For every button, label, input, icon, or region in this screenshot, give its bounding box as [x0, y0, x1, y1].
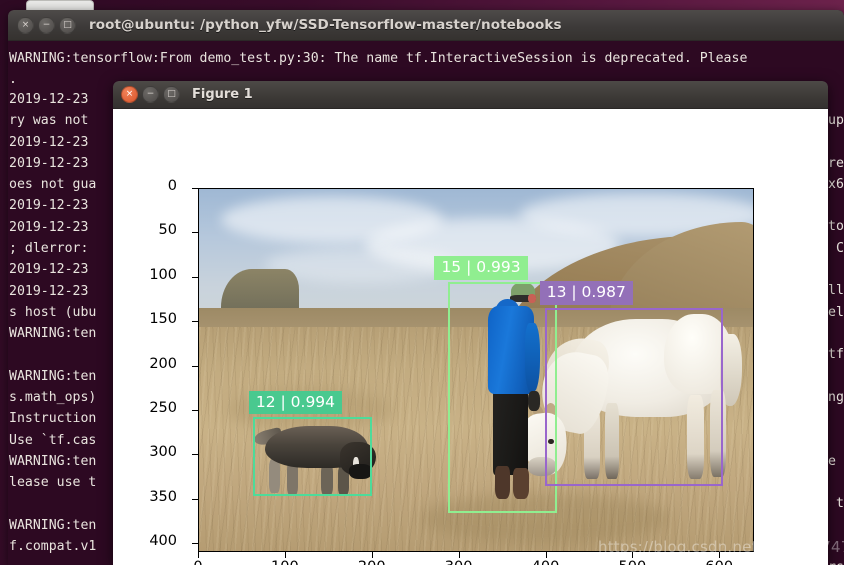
x-tick-label: 600: [694, 559, 744, 565]
figure-close-icon[interactable]: ×: [121, 86, 138, 103]
terminal-maximize-icon[interactable]: □: [59, 16, 76, 34]
terminal-close-icon[interactable]: ×: [17, 16, 34, 34]
detection-box-person: [448, 282, 557, 513]
terminal-output-line: 2019-12-23: [9, 219, 89, 235]
screen: × − □ root@ubuntu: /python_yfw/SSD-Tenso…: [0, 0, 844, 565]
terminal-output-line: to: [828, 219, 844, 235]
terminal-output-line: WARNING:ten: [9, 454, 97, 470]
terminal-title: root@ubuntu: /python_yfw/SSD-Tensorflow-…: [89, 17, 562, 33]
terminal-output-line: 2019-12-23: [9, 283, 89, 299]
terminal-output-line: ng: [828, 389, 844, 405]
terminal-output-line: x6: [828, 176, 844, 192]
x-tick-mark: [458, 552, 460, 558]
detection-label-horse: 13 | 0.987: [539, 281, 633, 305]
y-tick-label: 50: [158, 222, 177, 239]
detection-label-dog: 12 | 0.994: [248, 390, 343, 415]
terminal-output-line: e: [828, 453, 836, 469]
figure-window-controls: × − □: [121, 86, 180, 103]
plot-axes: 15 | 0.993 13 | 0.987 12 | 0.994: [198, 188, 754, 552]
x-tick-mark: [545, 552, 547, 558]
terminal-output-line: 2019-12-23: [9, 92, 89, 107]
x-tick-mark: [198, 552, 199, 558]
terminal-right-column: up rex6 to C llel tf ng e t rsre4: [828, 110, 844, 565]
y-tick-label: 300: [149, 444, 177, 461]
x-tick-label: 100: [260, 559, 310, 565]
y-tick-label: 0: [167, 178, 177, 194]
terminal-output-line: s host (ubu: [9, 304, 97, 320]
terminal-output-line: tf: [828, 347, 844, 363]
terminal-output-line: WARNING:ten: [9, 326, 97, 342]
figure-window[interactable]: × − □ Figure 1 0 50 100 150 200 250 300 350 400 …: [113, 81, 828, 565]
y-tick-label: 250: [149, 399, 177, 416]
terminal-output-line: ll: [828, 283, 844, 299]
terminal-window-controls: × − □: [17, 16, 76, 34]
terminal-output-line: 2019-12-23: [9, 262, 89, 278]
x-tick-mark: [371, 552, 373, 558]
y-tick-label: 400: [149, 533, 177, 550]
x-tick-mark: [284, 552, 286, 558]
terminal-output-line: s.math_ops): [9, 390, 97, 406]
terminal-output-line: t: [828, 496, 844, 512]
terminal-output-line: re: [828, 155, 844, 171]
figure-canvas: 0 50 100 150 200 250 300 350 400 0 100 200 300 400 50…: [113, 109, 828, 565]
terminal-output-line: up: [828, 113, 844, 128]
y-tick-label: 100: [149, 266, 177, 283]
terminal-output-line: rs: [828, 557, 844, 565]
terminal-output-line: Instruction: [9, 411, 97, 427]
terminal-output-line: 2019-12-23: [9, 134, 89, 150]
terminal-output-line: f.compat.v1: [9, 539, 97, 555]
x-tick-label: 200: [347, 559, 397, 565]
terminal-output-line: 2019-12-23: [9, 198, 89, 214]
terminal-output-line: WARNING:ten: [9, 517, 97, 533]
x-tick-mark: [632, 552, 634, 558]
figure-title: Figure 1: [192, 87, 253, 102]
x-tick-label: 300: [434, 559, 484, 565]
terminal-output-line: oes not gua: [9, 177, 97, 193]
y-tick-label: 200: [149, 355, 177, 372]
terminal-titlebar[interactable]: × − □ root@ubuntu: /python_yfw/SSD-Tenso…: [8, 10, 844, 41]
terminal-output-line: lease use t: [9, 475, 97, 491]
terminal-output-line: Use `tf.cas: [9, 432, 97, 448]
x-tick-label: 400: [521, 559, 571, 565]
terminal-output-line: el: [828, 304, 844, 320]
terminal-output-line: WARNING:ten: [9, 368, 97, 384]
figure-minimize-icon[interactable]: −: [142, 86, 159, 103]
x-tick-label: 0: [173, 559, 223, 565]
x-tick-label: 500: [607, 559, 657, 565]
terminal-output-line: ; dlerror:: [9, 241, 89, 257]
detection-image: 15 | 0.993 13 | 0.987 12 | 0.994: [199, 189, 753, 551]
terminal-output-line: C: [828, 240, 844, 256]
x-tick-mark: [719, 552, 721, 558]
figure-titlebar[interactable]: × − □ Figure 1: [113, 81, 828, 109]
figure-maximize-icon[interactable]: □: [163, 86, 180, 103]
terminal-minimize-icon[interactable]: −: [38, 16, 55, 34]
terminal-left-column: 2019-12-23 ry was not 2019-12-23 2019-12-23…: [8, 89, 116, 565]
detection-box-horse: [545, 308, 723, 486]
y-tick-label: 350: [149, 488, 177, 505]
y-tick-label: 150: [149, 311, 177, 328]
terminal-output-line: WARNING:tensorflow:From demo_test.py:30:…: [9, 51, 748, 66]
detection-box-dog: [252, 417, 373, 496]
terminal-output-line: ry was not: [9, 113, 89, 129]
terminal-output-line: 2019-12-23: [9, 155, 89, 171]
detection-label-person: 15 | 0.993: [434, 256, 528, 280]
